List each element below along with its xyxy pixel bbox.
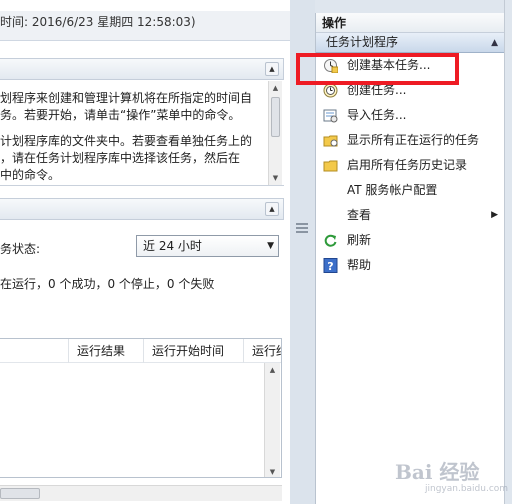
watermark-logo: Bai 经验 [395, 460, 480, 484]
splitter-grip[interactable] [296, 231, 308, 233]
last-refresh-bar: 时间: 2016/6/23 星期四 12:58:03) [0, 11, 290, 41]
column-header-task[interactable] [0, 339, 70, 363]
collapse-group-icon[interactable]: ▲ [491, 34, 498, 53]
actions-title: 操作 [316, 13, 504, 33]
overview-section-header[interactable]: ▲ [0, 58, 284, 80]
scroll-thumb[interactable] [271, 97, 280, 137]
table-scrollbar[interactable]: ▲ ▼ [264, 363, 280, 477]
annotation-highlight-box [296, 53, 459, 85]
collapse-status-icon[interactable]: ▲ [265, 202, 279, 216]
column-header-run-result[interactable]: 运行结果 [68, 339, 144, 363]
action-label: 导入任务... [347, 108, 407, 122]
actions-pane: 操作 任务计划程序 ▲ 创建基本任务... 创建任务... 导入任务... 显示… [315, 13, 504, 504]
action-label: 显示所有正在运行的任务 [347, 133, 480, 147]
overview-line: ，请在任务计划程序库中选择该任务，然后在 [0, 151, 241, 165]
action-label: 刷新 [347, 233, 372, 247]
action-label: 查看 [347, 208, 372, 222]
overview-line: 计划程序库的文件夹中。若要查看单独任务上的 [0, 134, 253, 148]
task-scheduler-group-header[interactable]: 任务计划程序 ▲ [316, 33, 504, 53]
task-status-table: 运行结果 运行开始时间 运行结 ▲ ▼ [0, 338, 282, 478]
splitter-grip[interactable] [296, 227, 308, 229]
scroll-down-icon[interactable]: ▼ [265, 465, 280, 477]
action-at-service-account[interactable]: AT 服务帐户配置 [316, 178, 504, 203]
history-icon [323, 160, 338, 172]
task-status-label: 务状态: [0, 242, 41, 256]
horizontal-scrollbar[interactable] [0, 485, 282, 501]
last-refresh-text: 时间: 2016/6/23 星期四 12:58:03) [0, 15, 196, 29]
import-task-icon [323, 109, 338, 123]
window-edge [504, 0, 512, 504]
period-select-value: 近 24 小时 [143, 239, 202, 253]
dropdown-arrow-icon[interactable]: ▼ [267, 236, 274, 256]
action-enable-history[interactable]: 启用所有任务历史记录 [316, 153, 504, 178]
submenu-arrow-icon: ▶ [491, 210, 498, 220]
refresh-icon [324, 234, 337, 247]
collapse-overview-icon[interactable]: ▲ [265, 62, 279, 76]
group-title: 任务计划程序 [326, 35, 399, 49]
scroll-down-icon[interactable]: ▼ [269, 171, 282, 185]
running-tasks-icon [323, 135, 338, 147]
overview-text: 划程序来创建和管理计算机将在所指定的时间自 务。若要开始，请单击“操作”菜单中的… [0, 90, 268, 184]
overview-line: 务。若要开始，请单击“操作”菜单中的命令。 [0, 108, 241, 122]
action-label: 创建任务... [347, 83, 407, 97]
watermark: Bai 经验 jingyan.baidu.com [395, 452, 509, 500]
overview-scrollbar[interactable]: ▲ ▼ [268, 81, 282, 185]
column-header-run-end[interactable]: 运行结 [243, 339, 281, 363]
divider [0, 185, 284, 186]
action-view[interactable]: 查看 ▶ [316, 203, 504, 228]
action-display-running-tasks[interactable]: 显示所有正在运行的任务 [316, 128, 504, 153]
action-refresh[interactable]: 刷新 [316, 228, 504, 253]
column-header-run-start[interactable]: 运行开始时间 [143, 339, 243, 363]
task-scheduler-summary-pane: 时间: 2016/6/23 星期四 12:58:03) ▲ 划程序来创建和管理计… [0, 0, 290, 504]
action-label: 启用所有任务历史记录 [347, 158, 468, 172]
help-icon: ? [323, 258, 338, 273]
action-import-task[interactable]: 导入任务... [316, 103, 504, 128]
scroll-up-icon[interactable]: ▲ [265, 363, 280, 377]
task-status-summary: 在运行，0 个成功，0 个停止，0 个失败 [0, 277, 215, 291]
action-help[interactable]: ? 帮助 [316, 253, 504, 278]
period-select[interactable]: 近 24 小时 ▼ [136, 235, 279, 257]
action-label: AT 服务帐户配置 [347, 183, 438, 197]
svg-text:?: ? [327, 260, 333, 273]
scroll-up-icon[interactable]: ▲ [269, 81, 282, 95]
table-header: 运行结果 运行开始时间 运行结 [0, 339, 281, 363]
watermark-url: jingyan.baidu.com [425, 484, 509, 494]
task-status-section-header[interactable]: ▲ [0, 198, 284, 220]
splitter-grip[interactable] [296, 223, 308, 225]
overview-line: 中的命令。 [0, 168, 61, 182]
overview-line: 划程序来创建和管理计算机将在所指定的时间自 [0, 91, 253, 105]
scroll-thumb[interactable] [0, 488, 40, 499]
action-label: 帮助 [347, 258, 372, 272]
create-task-icon [323, 83, 338, 98]
